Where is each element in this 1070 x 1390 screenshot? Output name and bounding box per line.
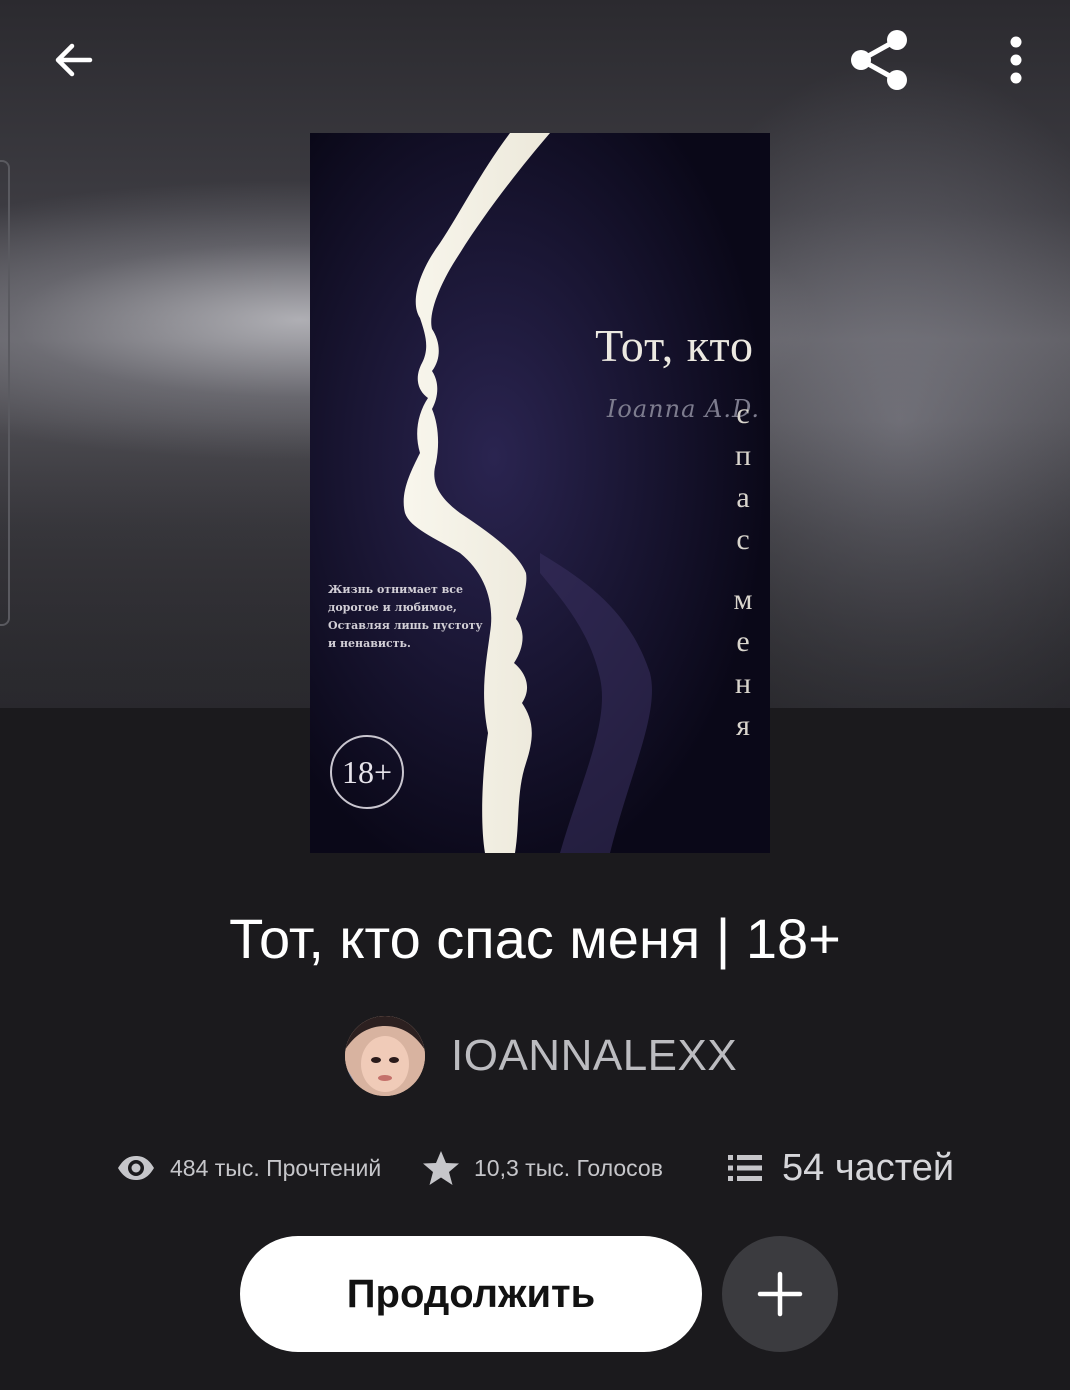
cover-letter: е [736,625,750,658]
cover-letter: с [736,523,750,556]
continue-reading-button[interactable]: Продолжить [240,1236,702,1352]
plus-icon [757,1271,803,1317]
cover-letter: а [736,481,750,514]
share-button[interactable] [840,22,920,98]
back-button[interactable] [36,22,112,98]
parts-count[interactable]: 54 частей [782,1147,954,1190]
reads-stat: 484 тыс. Прочтений [116,1142,381,1194]
share-icon [851,30,907,90]
author-name[interactable]: IOANNALEXX [451,1031,737,1081]
cover-title-vertical: спасменя [726,393,760,747]
edge-outline [0,160,10,626]
cover-title: Тот, кто [595,320,754,371]
arrow-left-icon [55,43,93,77]
cover-letter: с [736,397,750,430]
more-vertical-icon [1010,36,1022,84]
cover-letter: н [734,667,752,700]
story-details-screen: Ioanna A.D. Тот, кто спасменя Жизнь отни… [0,0,1070,1390]
star-icon [423,1151,459,1185]
cover-age-badge: 18+ [330,735,404,809]
cover-letter: я [736,709,750,742]
cover-letter-gap [726,561,760,579]
book-cover[interactable]: Ioanna A.D. Тот, кто спасменя Жизнь отни… [310,133,770,853]
more-options-button[interactable] [984,22,1048,98]
list-icon [728,1155,762,1181]
add-to-library-button[interactable] [722,1236,838,1352]
cover-letter: п [734,439,752,472]
parts-stat[interactable]: 54 частей [726,1142,954,1194]
cover-letter: м [733,583,753,616]
author-link[interactable]: IOANNALEXX [345,1016,737,1096]
votes-stat: 10,3 тыс. Голосов [422,1142,663,1194]
reads-count: 484 тыс. Прочтений [170,1154,382,1181]
avatar[interactable] [345,1016,425,1096]
eye-icon [118,1156,154,1180]
cover-tagline: Жизнь отнимает все дорогое и любимое, Ос… [328,583,483,650]
avatar-image [345,1016,425,1096]
votes-count: 10,3 тыс. Голосов [474,1154,663,1181]
book-title: Тот, кто спас меня | 18+ [229,907,841,970]
